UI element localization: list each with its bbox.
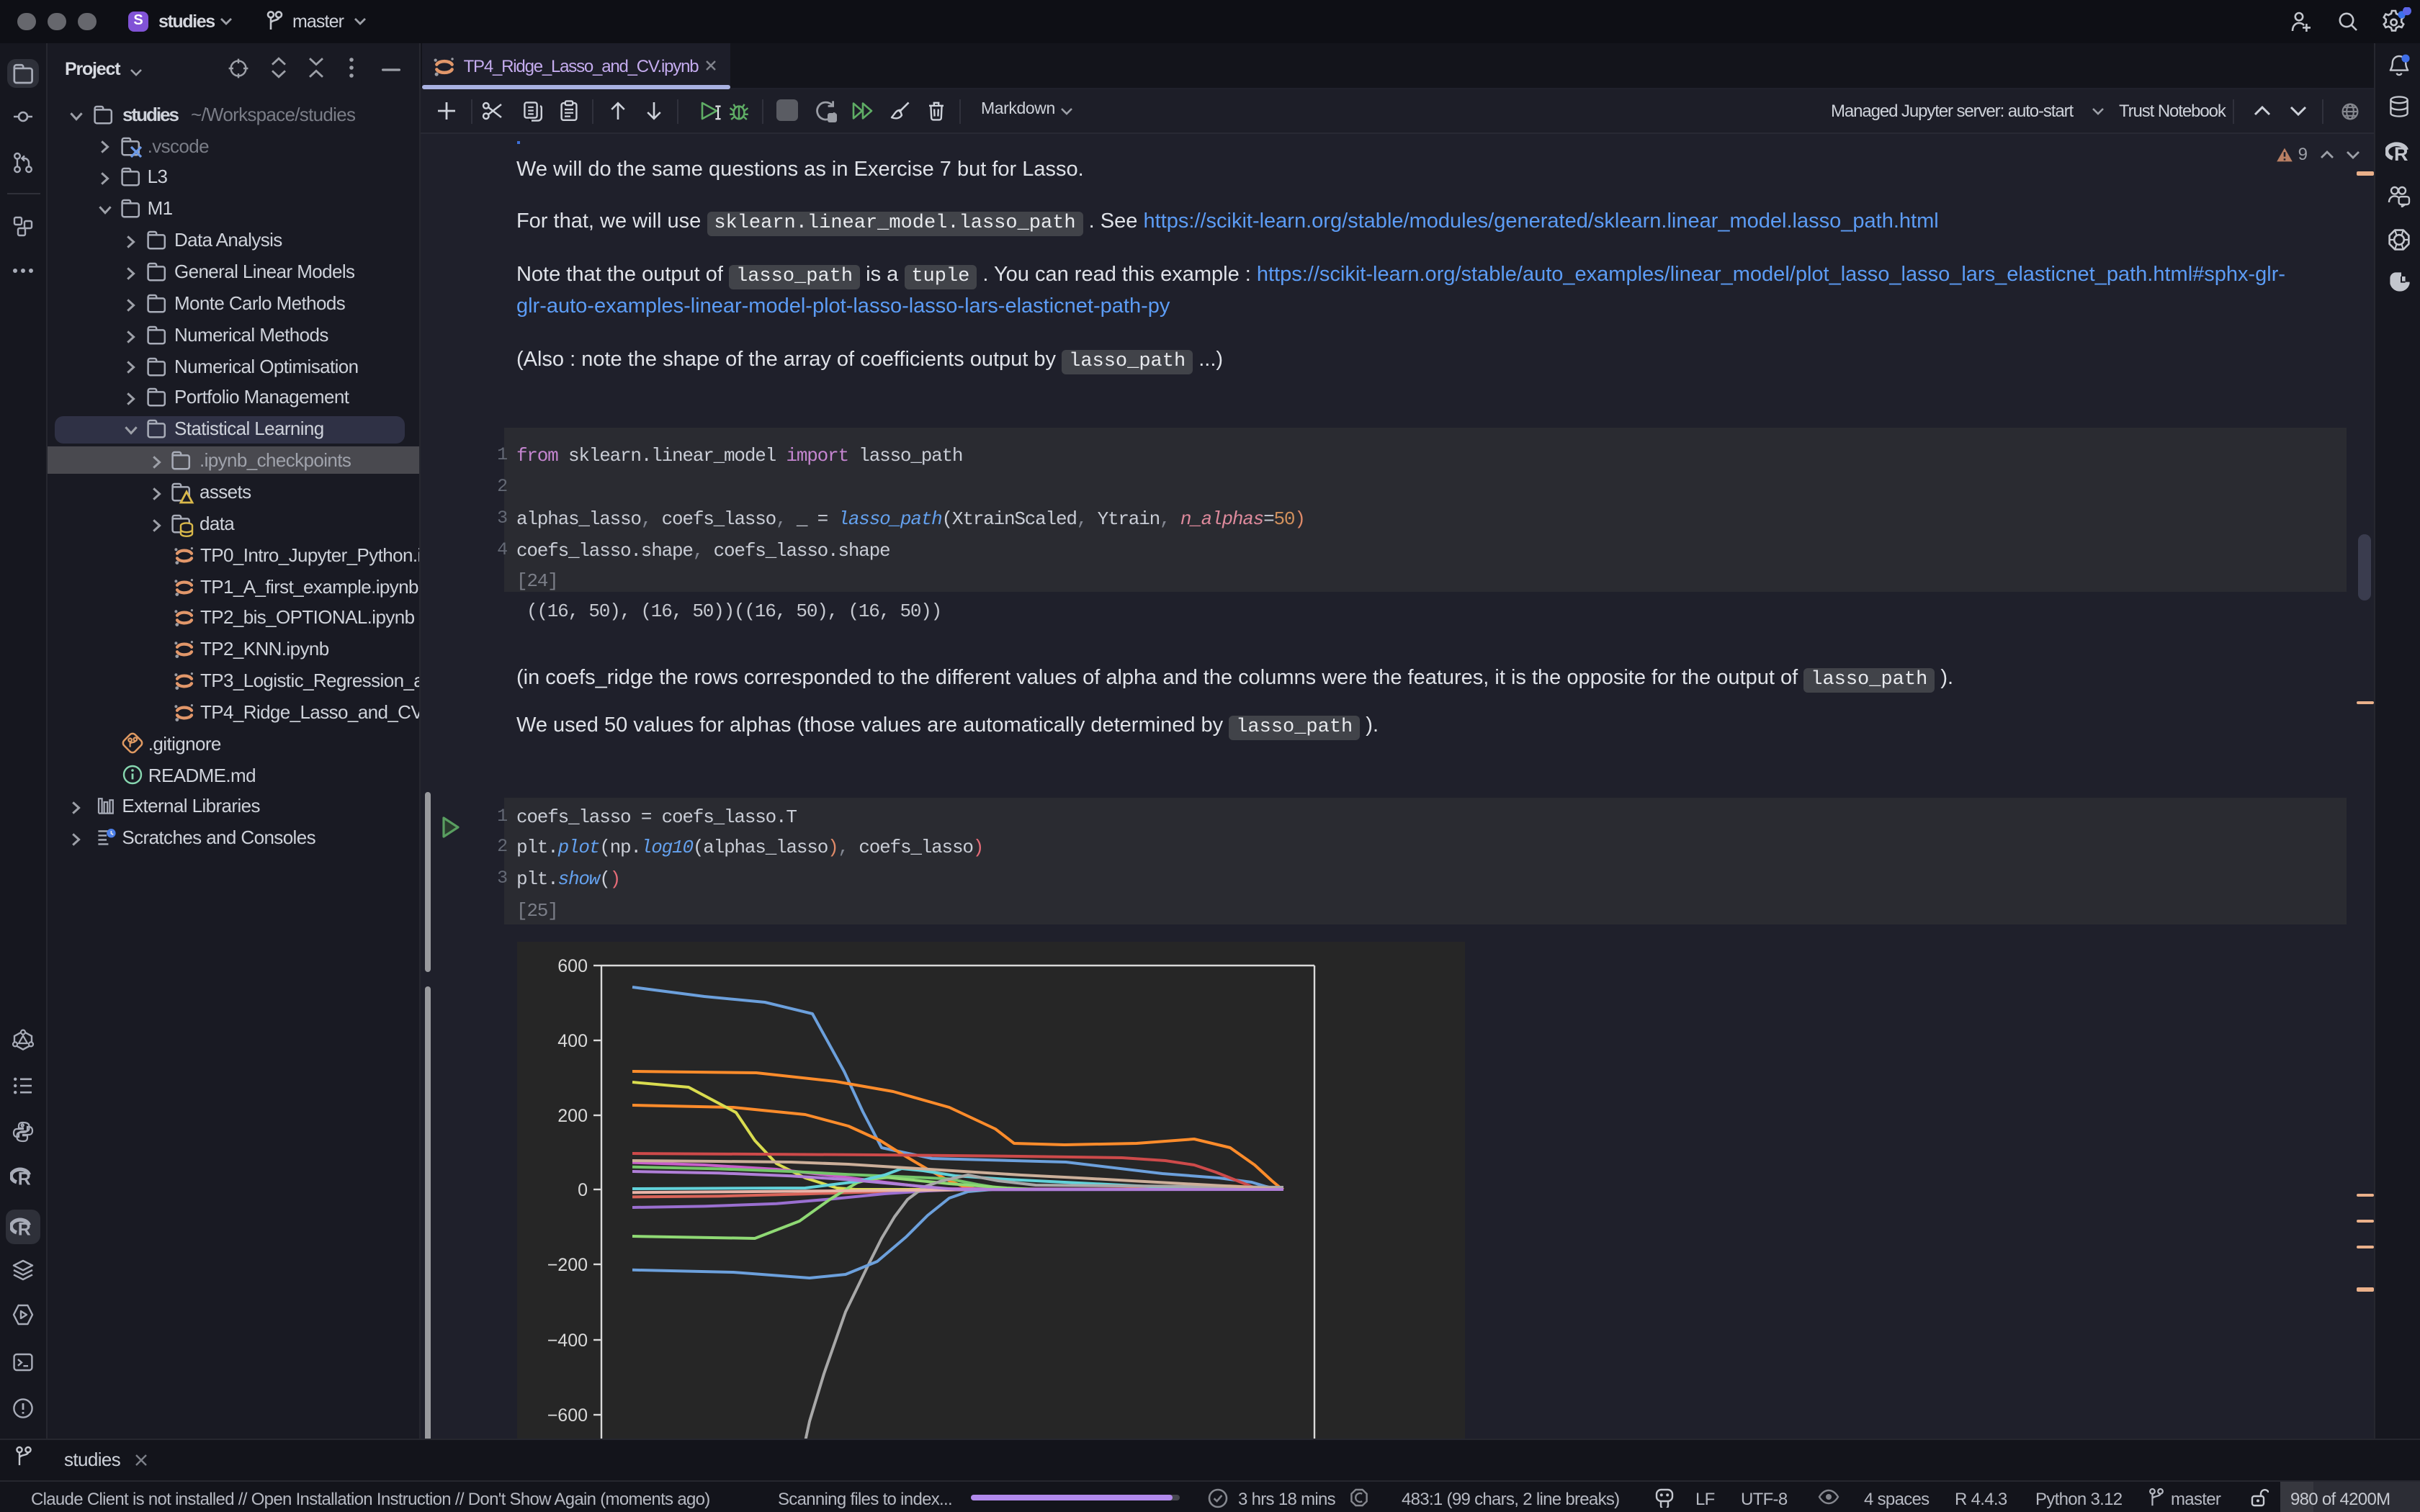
svg-text:600: 600 — [557, 956, 588, 976]
svg-text:−400: −400 — [547, 1331, 588, 1351]
svg-text:−200: −200 — [547, 1255, 588, 1275]
svg-text:400: 400 — [557, 1031, 588, 1051]
svg-text:200: 200 — [557, 1106, 588, 1126]
svg-text:R: R — [2394, 143, 2408, 164]
svg-text:−600: −600 — [547, 1405, 588, 1426]
svg-text:R: R — [18, 1219, 31, 1238]
svg-text:R: R — [18, 1169, 31, 1187]
svg-text:0: 0 — [578, 1180, 588, 1200]
